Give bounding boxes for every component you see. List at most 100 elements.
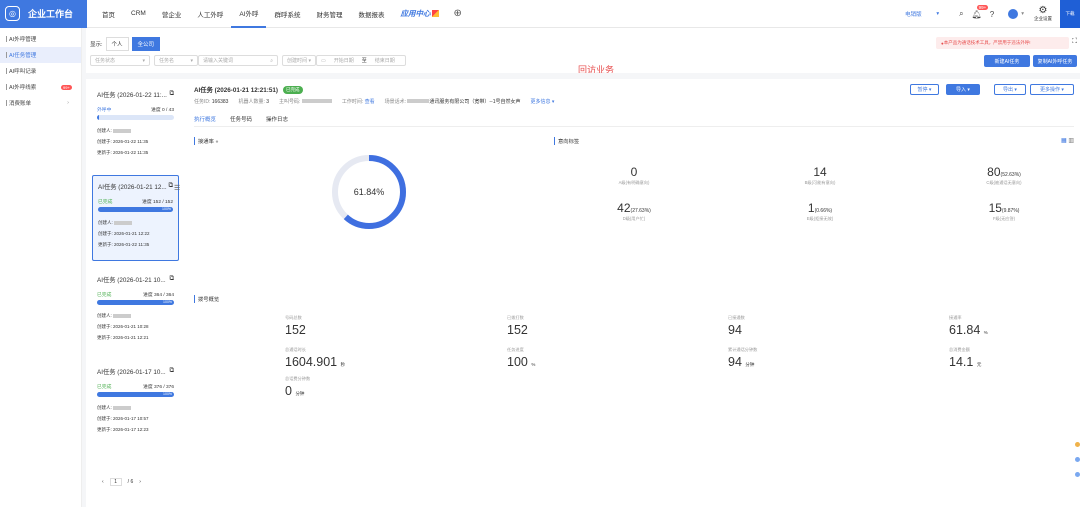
nav-item-crm[interactable]: CRM bbox=[123, 0, 154, 28]
notice-text: 本产品为通话技术工具，严禁用于违法外呼! bbox=[943, 40, 1031, 45]
task-created: 创建于: 2026-01-21 12:22 bbox=[98, 231, 173, 237]
overview-label: 接通率 bbox=[949, 315, 962, 320]
nav-item-manual-call[interactable]: 人工外呼 bbox=[189, 0, 231, 28]
updated-time: 2026-01-17 12:23 bbox=[113, 427, 149, 432]
download-button[interactable]: 下载 bbox=[1060, 0, 1080, 28]
task-name-select[interactable]: 任务名 ▾ bbox=[154, 55, 198, 66]
intent-stat-d: 42(27.63%) D级(用户忙) bbox=[584, 201, 684, 222]
search-icon[interactable]: ⌕ bbox=[959, 9, 963, 19]
updated-time: 2026-01-22 11:35 bbox=[114, 242, 150, 247]
sidebar-item-ai-call-records[interactable]: AI呼叫记录 bbox=[0, 63, 81, 79]
pause-button[interactable]: 暂停 ▾ bbox=[910, 84, 939, 95]
copy-icon[interactable]: ⧉ bbox=[170, 367, 175, 376]
top-navbar: ◎ 企业工作台 首页 CRM 营企业 人工外呼 AI外呼 群呼系统 财务管理 数… bbox=[0, 0, 1080, 28]
keyword-search-input[interactable]: 请输入关键词 ⌕ bbox=[198, 55, 278, 66]
scope-company-button[interactable]: 全公司 bbox=[131, 37, 161, 51]
task-status-select[interactable]: 任务状态 ▾ bbox=[90, 55, 150, 66]
nav-item-group-call[interactable]: 群呼系统 bbox=[266, 0, 308, 28]
overview-total-cost: 总消费金额 14.1 元 bbox=[949, 347, 981, 369]
new-ai-task-button[interactable]: 新建AI任务 bbox=[984, 55, 1030, 67]
bell-icon[interactable]: 🔔︎ 99+ bbox=[972, 4, 989, 19]
task-status-row: 外呼中 进度 0 / 43 bbox=[97, 106, 174, 113]
prev-page-button[interactable]: ‹ bbox=[102, 479, 104, 485]
date-range-picker[interactable]: ▭ 开始日期 至 结束日期 bbox=[316, 55, 406, 66]
masked-company bbox=[407, 99, 430, 103]
nav-item-app-center[interactable]: 应用中心 bbox=[392, 0, 447, 28]
nav-item-reports[interactable]: 数据报表 bbox=[350, 0, 392, 28]
end-date-placeholder: 结束日期 bbox=[374, 58, 395, 64]
updated-time: 2026-01-22 11:35 bbox=[113, 150, 149, 155]
float-dot-icon[interactable] bbox=[1075, 472, 1080, 477]
task-title-row: AI任务 (2026-01-17 10... ⧉ bbox=[97, 367, 174, 376]
task-progress-fill: 100% bbox=[97, 392, 174, 397]
collapse-list-icon[interactable]: ☰ bbox=[174, 184, 180, 192]
task-list: AI任务 (2026-01-22 11:... ⧉ 外呼中 进度 0 / 43 创建… bbox=[92, 79, 180, 499]
copy-icon[interactable]: ⧉ bbox=[169, 182, 174, 191]
stat-value: 14 bbox=[813, 165, 827, 179]
nav-item-finance[interactable]: 财务管理 bbox=[308, 0, 350, 28]
add-tab-icon[interactable]: ⊕ bbox=[453, 8, 461, 19]
sidebar-item-ai-task-mgmt[interactable]: AI任务管理 bbox=[0, 47, 81, 63]
task-id-field: 任务ID: 166383 bbox=[194, 98, 228, 105]
time-type-select[interactable]: 创建时间 ▾ bbox=[282, 55, 316, 66]
brand[interactable]: ◎ 企业工作台 bbox=[0, 0, 87, 28]
search-icon[interactable]: ⌕ bbox=[270, 58, 273, 64]
user-menu-chevron-icon[interactable]: ▾ bbox=[1021, 11, 1024, 17]
nav-item-ai-call[interactable]: AI外呼 bbox=[231, 0, 267, 28]
intent-stat-f: 15(9.87%) F级(无应答) bbox=[954, 201, 1054, 222]
export-button[interactable]: 导出 ▾ bbox=[994, 84, 1026, 95]
task-creator: 创建人: bbox=[97, 405, 174, 411]
avatar[interactable] bbox=[1008, 9, 1019, 19]
enterprise-settings-button[interactable]: ⚙ 企业设置 bbox=[1034, 6, 1052, 22]
sidebar-item-ai-call-mgmt[interactable]: AI外呼管理 bbox=[0, 31, 81, 47]
task-updated: 更新于: 2026-01-17 12:23 bbox=[97, 427, 174, 433]
updated-label: 更新于: bbox=[97, 335, 112, 340]
task-card-selected[interactable]: AI任务 (2026-01-21 12... ⧉ 已完成 进度 152 / 152 … bbox=[92, 175, 179, 261]
more-info-link[interactable]: 更多信息 ▾ bbox=[531, 98, 555, 105]
task-progress-text: 进度 376 / 376 bbox=[143, 385, 174, 390]
more-actions-button[interactable]: 更多操作 ▾ bbox=[1030, 84, 1074, 95]
overview-label: 已接通数 bbox=[728, 315, 745, 320]
overview-label: 累计通话分钟数 bbox=[728, 347, 758, 352]
overview-unit: % bbox=[983, 330, 988, 335]
float-dot-icon[interactable] bbox=[1075, 442, 1080, 447]
intent-stat-b: 14 B级(可能有意向) bbox=[770, 165, 870, 186]
view-hours-link[interactable]: 查看 bbox=[365, 99, 375, 105]
bar-view-icon[interactable]: ▥ bbox=[1068, 138, 1074, 144]
float-dot-icon[interactable] bbox=[1075, 457, 1080, 462]
overview-unit: 秒 bbox=[340, 362, 346, 367]
created-time: 2026-01-22 11:35 bbox=[113, 139, 149, 144]
task-status: 已完成 bbox=[97, 293, 112, 298]
edition-select[interactable]: 电销版 ▾ bbox=[901, 8, 943, 20]
nav-item-enterprise[interactable]: 营企业 bbox=[154, 0, 190, 28]
copy-icon[interactable]: ⧉ bbox=[170, 275, 175, 284]
sidebar-item-ai-leads[interactable]: AI外呼线索 99+ bbox=[0, 79, 81, 95]
stat-value: 15 bbox=[988, 201, 1002, 215]
main-content: 显示: 个人 全公司 ● 本产品为通话技术工具，严禁用于违法外呼! ⛶ 任务状态… bbox=[86, 28, 1080, 507]
brand-logo-icon: ◎ bbox=[5, 6, 20, 21]
chevron-down-icon: ▾ bbox=[936, 11, 940, 17]
overview-value: 94 bbox=[728, 355, 742, 369]
help-icon[interactable]: ? bbox=[990, 10, 994, 19]
scope-personal-button[interactable]: 个人 bbox=[105, 37, 129, 51]
copy-icon[interactable]: ⧉ bbox=[170, 90, 175, 99]
overview-value: 14.1 bbox=[949, 355, 974, 369]
next-page-button[interactable]: › bbox=[139, 479, 141, 485]
grid-view-icon[interactable]: ▦ ▥ bbox=[1061, 137, 1074, 144]
created-time: 2026-01-21 10:28 bbox=[113, 324, 149, 329]
task-card[interactable]: AI任务 (2026-01-21 10... ⧉ 已完成 进度 364 / 364 … bbox=[92, 269, 179, 353]
task-card[interactable]: AI任务 (2026-01-22 11:... ⧉ 外呼中 进度 0 / 43 创建… bbox=[92, 84, 179, 167]
copy-ai-task-button[interactable]: 复制AI外呼任务 bbox=[1033, 55, 1077, 67]
page-input[interactable]: 1 bbox=[109, 478, 122, 486]
task-title-row: AI任务 (2026-01-21 12... ⧉ bbox=[98, 182, 173, 191]
nav-item-home[interactable]: 首页 bbox=[94, 0, 123, 28]
fullscreen-icon[interactable]: ⛶ bbox=[1072, 38, 1077, 46]
connect-rate-label: 接通率 bbox=[198, 139, 214, 145]
stat-value: 1 bbox=[807, 201, 815, 215]
sidebar-item-billing[interactable]: 消费账单 › bbox=[0, 95, 81, 111]
task-title-row: AI任务 (2026-01-21 10... ⧉ bbox=[97, 275, 174, 284]
task-card[interactable]: AI任务 (2026-01-17 10... ⧉ 已完成 进度 376 / 376 … bbox=[92, 361, 179, 445]
import-button[interactable]: 导入 ▾ bbox=[946, 84, 980, 95]
task-created: 创建于: 2026-01-22 11:35 bbox=[97, 139, 174, 145]
info-icon[interactable]: ● bbox=[215, 139, 218, 145]
